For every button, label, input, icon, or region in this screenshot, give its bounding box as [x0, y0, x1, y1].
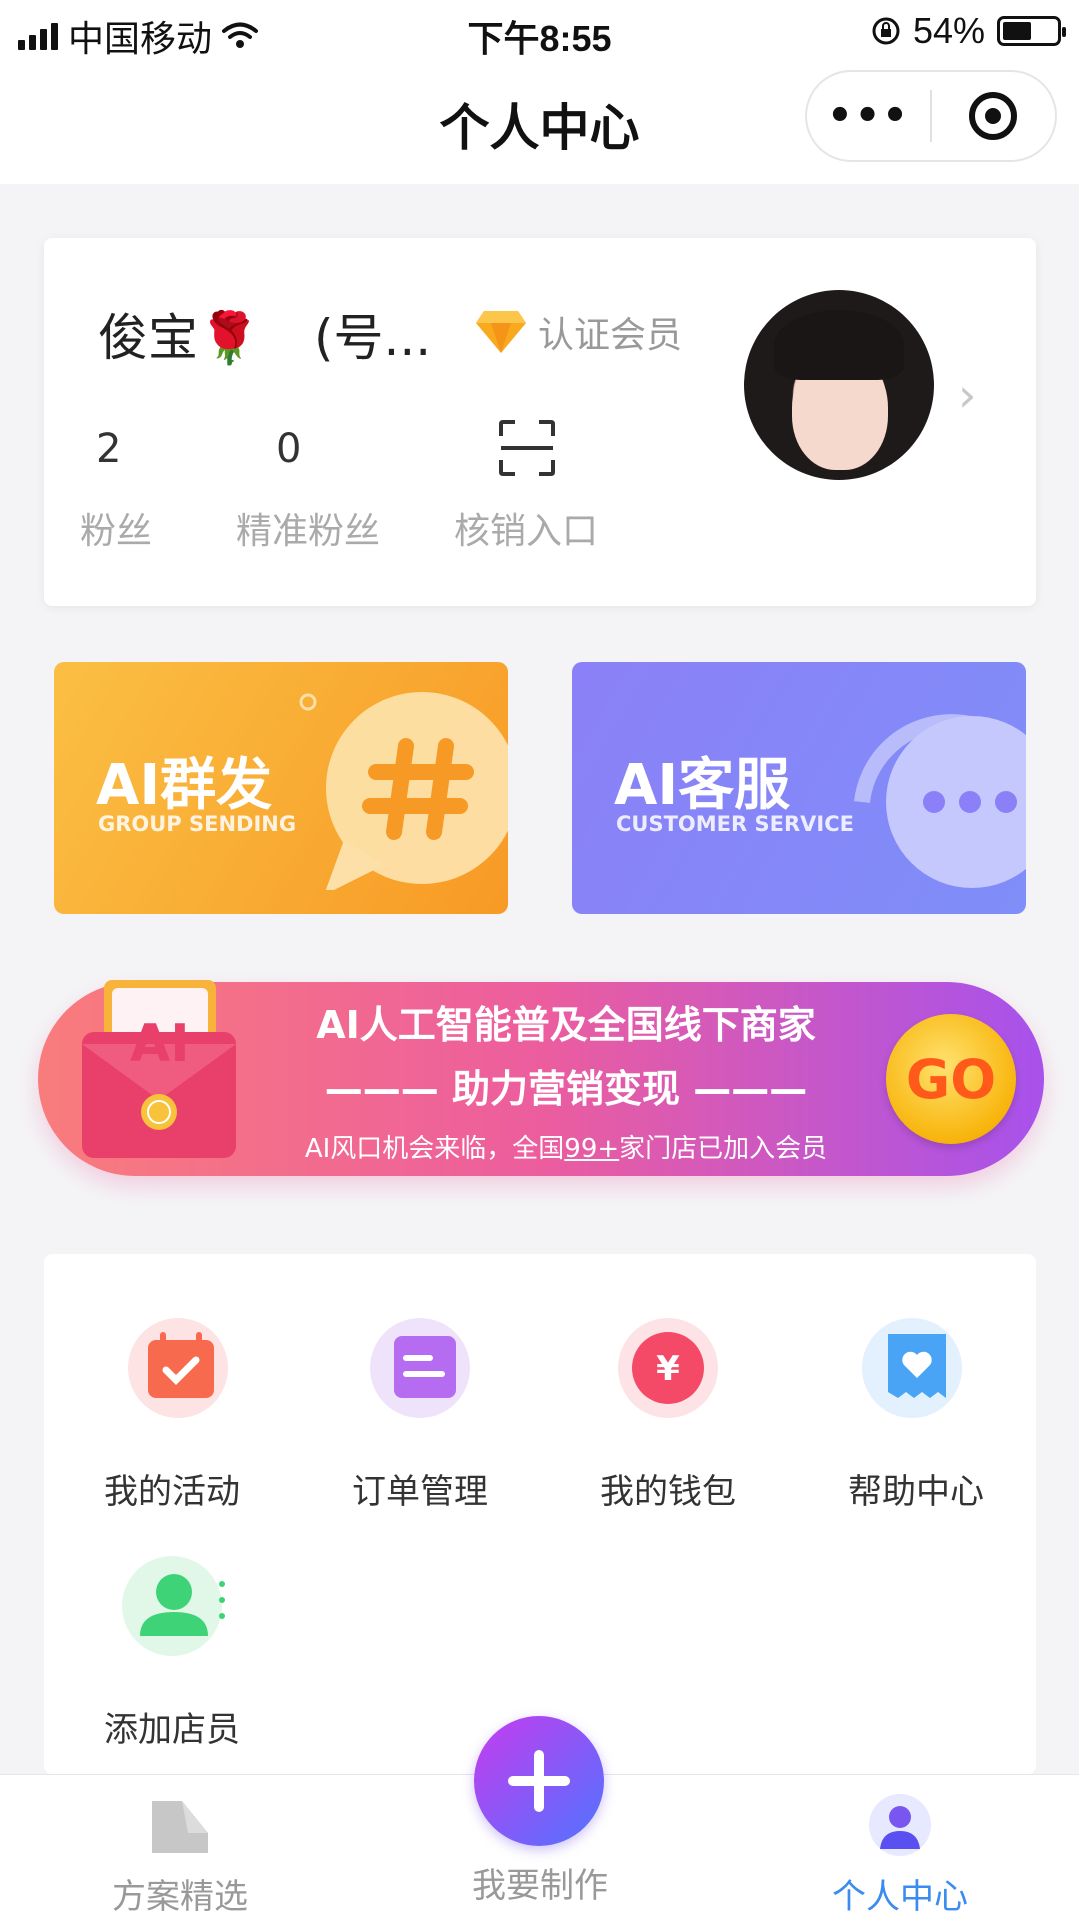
ai-customer-service-subtitle: CUSTOMER SERVICE	[616, 812, 854, 836]
banner-caption-suffix: 家门店已加入会员	[619, 1134, 828, 1164]
battery-percent: 54%	[912, 10, 985, 51]
banner-store-count: 99+	[564, 1134, 620, 1164]
yen-coin-icon: ¥	[618, 1318, 718, 1418]
diamond-icon	[476, 311, 526, 353]
precise-fans-label[interactable]: 精准粉丝	[236, 502, 380, 554]
heart-ticket-icon	[862, 1318, 962, 1418]
fans-label[interactable]: 粉丝	[80, 502, 152, 554]
tab-personal-center[interactable]: 个人中心	[790, 1793, 1010, 1918]
member-label: 认证会员	[538, 315, 683, 356]
go-button[interactable]: GO	[886, 1014, 1016, 1144]
menu-item-add-staff[interactable]: 添加店员	[72, 1544, 272, 1751]
tab-create-button[interactable]	[474, 1716, 604, 1846]
banner-headline: AI人工智能普及全国线下商家	[316, 1003, 816, 1047]
ai-customer-service-title: AI客服	[614, 753, 791, 818]
menu-label-order-management: 订单管理	[352, 1472, 488, 1512]
ai-group-sending-subtitle: GROUP SENDING	[98, 812, 297, 836]
scan-icon[interactable]	[499, 420, 555, 476]
ai-group-sending-card[interactable]: AI群发 GROUP SENDING	[54, 662, 508, 914]
folder-icon	[152, 1801, 208, 1853]
more-options-icon[interactable]: •••	[807, 93, 930, 139]
menu-item-my-wallet[interactable]: ¥ 我的钱包	[568, 1306, 768, 1513]
decor-circle-icon	[299, 693, 317, 711]
battery-icon	[997, 16, 1066, 46]
status-bar: 中国移动 下午8:55 54%	[0, 0, 1079, 60]
tab-label-featured-plans: 方案精选	[112, 1877, 248, 1917]
menu-item-my-activities[interactable]: 我的活动	[72, 1306, 272, 1513]
ai-promo-banner[interactable]: AI AI人工智能普及全国线下商家 ——— 助力营销变现 ——— AI风口机会来…	[38, 980, 1044, 1176]
banner-caption: AI风口机会来临，全国99+家门店已加入会员	[38, 1128, 1044, 1165]
ai-group-sending-title: AI群发	[96, 753, 273, 818]
svg-text:¥: ¥	[656, 1349, 680, 1389]
menu-label-help-center: 帮助中心	[848, 1472, 984, 1512]
document-icon	[370, 1318, 470, 1418]
menu-label-my-wallet: 我的钱包	[600, 1472, 736, 1512]
profile-card[interactable]: 俊宝🌹 (号... 认证会员 › 2 粉丝 0 精准粉丝 核销入口	[44, 238, 1036, 606]
headset-chat-icon	[854, 714, 1026, 888]
tab-label-create[interactable]: 我要制作	[430, 1858, 650, 1907]
hash-bubble-icon	[325, 692, 508, 890]
menu-item-order-management[interactable]: 订单管理	[320, 1306, 520, 1513]
chevron-right-icon[interactable]: ›	[958, 368, 976, 422]
calendar-check-icon	[128, 1318, 228, 1418]
person-icon	[869, 1794, 931, 1856]
member-badge: 认证会员	[474, 306, 682, 358]
tab-featured-plans[interactable]: 方案精选	[70, 1793, 290, 1918]
ai-customer-service-card[interactable]: AI客服 CUSTOMER SERVICE	[572, 662, 1026, 914]
function-menu-card: 我的活动 订单管理 ¥ 我的钱包 帮助中心 添加店员	[44, 1254, 1036, 1774]
add-user-icon	[122, 1556, 225, 1656]
user-name: 俊宝🌹	[98, 309, 261, 367]
close-mini-program-button[interactable]	[932, 92, 1055, 140]
tab-label-personal-center: 个人中心	[832, 1877, 968, 1917]
banner-caption-prefix: AI风口机会来临，全国	[304, 1134, 565, 1164]
menu-label-my-activities: 我的活动	[104, 1472, 240, 1512]
fans-count[interactable]: 2	[96, 426, 121, 472]
precise-fans-count[interactable]: 0	[276, 426, 301, 472]
scan-entry-label[interactable]: 核销入口	[454, 502, 598, 554]
avatar[interactable]	[744, 290, 934, 480]
menu-label-add-staff: 添加店员	[104, 1710, 240, 1750]
menu-item-help-center[interactable]: 帮助中心	[816, 1306, 1016, 1513]
target-icon	[969, 92, 1018, 140]
rotation-lock-icon	[872, 17, 900, 45]
user-account: (号...	[314, 309, 432, 367]
mini-program-capsule: •••	[805, 70, 1057, 162]
plus-icon	[508, 1750, 570, 1812]
navigation-bar: 个人中心 •••	[0, 60, 1079, 184]
